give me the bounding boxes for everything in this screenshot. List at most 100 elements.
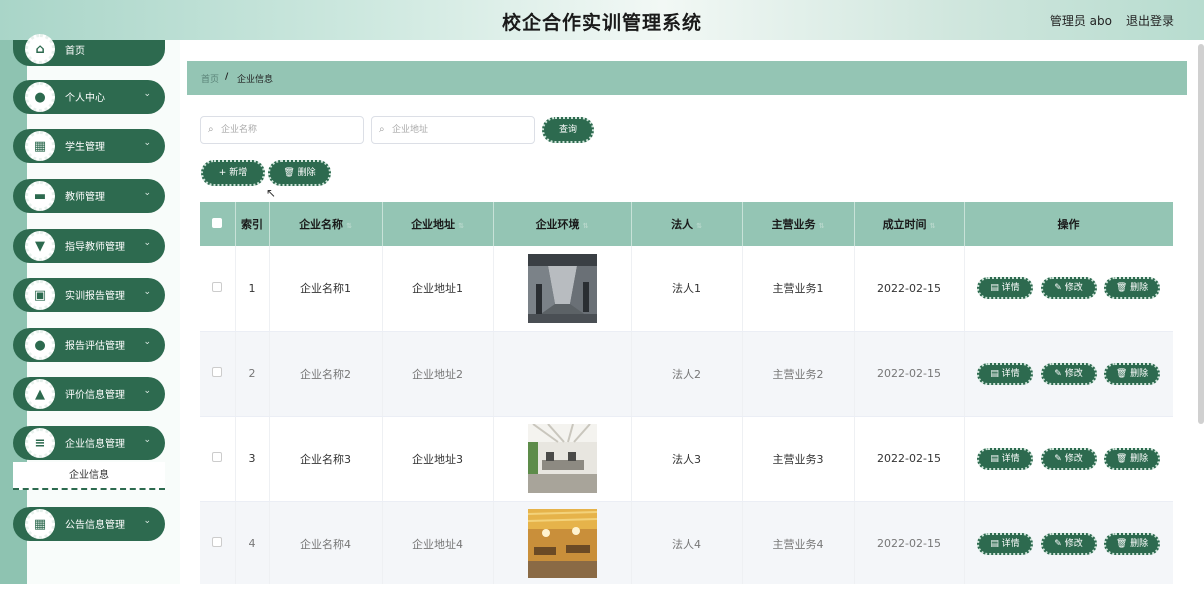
enterprise-environment-image[interactable] bbox=[527, 424, 597, 493]
detail-button[interactable]: ▤ 详情 bbox=[977, 532, 1033, 555]
table-header-row: 索引 企业名称 ⇅ 企业地址 ⇅ 企业环境 ⇅ 法人 ⇅ 主营业务 ⇅ 成立时间 ⇅ 操作 bbox=[200, 202, 1173, 246]
sidebar-item-students[interactable]: ▦ 学生管理 ⌄ bbox=[13, 129, 165, 163]
cell-date: 2022-02-15 bbox=[854, 501, 965, 584]
column-header-name[interactable]: 企业名称 ⇅ bbox=[269, 202, 383, 246]
column-header-actions: 操作 bbox=[964, 202, 1173, 246]
sidebar-item-enterprise[interactable]: ≡ 企业信息管理 ⌄ bbox=[13, 426, 165, 460]
chevron-down-icon: ⌄ bbox=[143, 138, 151, 148]
sort-icon[interactable]: ⇅ bbox=[458, 222, 464, 230]
cell-business: 主营业务2 bbox=[742, 331, 855, 417]
briefcase-icon: ▬ bbox=[25, 181, 55, 211]
sidebar-strip bbox=[0, 40, 27, 584]
column-header-label: 法人 bbox=[671, 218, 694, 231]
column-header-address[interactable]: 企业地址 ⇅ bbox=[382, 202, 494, 246]
chevron-down-icon: ⌄ bbox=[143, 337, 151, 347]
sidebar-item-report-evaluation[interactable]: ● 报告评估管理 ⌄ bbox=[13, 328, 165, 362]
delete-button[interactable]: 🗑 删除 bbox=[1104, 532, 1160, 555]
detail-button[interactable]: ▤ 详情 bbox=[977, 362, 1033, 385]
cell-address: 企业地址3 bbox=[382, 416, 494, 502]
delete-button[interactable]: 🗑 删除 bbox=[1104, 362, 1160, 385]
select-all-checkbox[interactable] bbox=[212, 217, 223, 228]
delete-button[interactable]: 🗑 删除 bbox=[1104, 447, 1160, 470]
edit-button[interactable]: ✎ 修改 bbox=[1040, 362, 1097, 385]
sliders-icon: ≡ bbox=[25, 428, 55, 458]
row-select-cell[interactable] bbox=[200, 416, 236, 502]
sidebar-item-label: 报告评估管理 bbox=[65, 341, 125, 352]
batch-delete-button[interactable]: 🗑 删除 bbox=[268, 160, 331, 186]
cell-date: 2022-02-15 bbox=[854, 416, 965, 502]
cell-actions: ▤ 详情 ✎ 修改 🗑 删除 bbox=[964, 416, 1173, 502]
enterprise-name-search-input[interactable]: ⌕ 企业名称 bbox=[200, 116, 364, 144]
table-row: 4 企业名称4 企业地址4 法人4 主营业务4 2022-02-15 ▤ 详情 … bbox=[200, 501, 1173, 584]
search-icon: ⌕ bbox=[379, 124, 385, 135]
sort-icon[interactable]: ⇅ bbox=[583, 222, 589, 230]
sidebar-item-label: 首页 bbox=[65, 46, 85, 57]
cell-index: 2 bbox=[235, 331, 270, 417]
row-checkbox[interactable] bbox=[212, 452, 223, 462]
cell-business: 主营业务4 bbox=[742, 501, 855, 584]
column-header-business[interactable]: 主营业务 ⇅ bbox=[742, 202, 855, 246]
column-header-date[interactable]: 成立时间 ⇅ bbox=[854, 202, 965, 246]
table-row: 3 企业名称3 企业地址3 法人3 主营业务3 2022-02-15 ▤ 详情 … bbox=[200, 416, 1173, 502]
sidebar-item-teachers[interactable]: ▬ 教师管理 ⌄ bbox=[13, 179, 165, 213]
cell-index: 4 bbox=[235, 501, 270, 584]
cell-environment bbox=[493, 416, 632, 502]
cell-business: 主营业务3 bbox=[742, 416, 855, 502]
row-checkbox[interactable] bbox=[212, 537, 223, 547]
cell-address: 企业地址1 bbox=[382, 246, 494, 332]
breadcrumb-home[interactable]: 首页 bbox=[201, 72, 219, 85]
detail-button[interactable]: ▤ 详情 bbox=[977, 277, 1033, 300]
select-all-cell[interactable] bbox=[200, 202, 236, 246]
edit-button[interactable]: ✎ 修改 bbox=[1040, 532, 1097, 555]
column-header-environment[interactable]: 企业环境 ⇅ bbox=[493, 202, 632, 246]
cell-date: 2022-02-15 bbox=[854, 331, 965, 417]
cell-address: 企业地址4 bbox=[382, 501, 494, 584]
cell-actions: ▤ 详情 ✎ 修改 🗑 删除 bbox=[964, 501, 1173, 584]
sort-icon[interactable]: ⇅ bbox=[819, 222, 825, 230]
cell-legal: 法人4 bbox=[631, 501, 743, 584]
app-title: 校企合作实训管理系统 bbox=[501, 12, 702, 34]
logout-link[interactable]: 退出登录 bbox=[1126, 12, 1174, 29]
cell-index: 3 bbox=[235, 416, 270, 502]
cell-name: 企业名称4 bbox=[269, 501, 383, 584]
row-select-cell[interactable] bbox=[200, 501, 236, 584]
sidebar-item-training-reports[interactable]: ▣ 实训报告管理 ⌄ bbox=[13, 278, 165, 312]
edit-button[interactable]: ✎ 修改 bbox=[1040, 277, 1097, 300]
query-button[interactable]: 查询 bbox=[542, 117, 594, 143]
cell-name: 企业名称1 bbox=[269, 246, 383, 332]
edit-button[interactable]: ✎ 修改 bbox=[1040, 447, 1097, 470]
sort-icon[interactable]: ⇅ bbox=[346, 222, 352, 230]
user-info: 管理员 abo bbox=[1049, 14, 1112, 28]
sidebar-item-home[interactable]: ⌂ 首页 bbox=[13, 34, 165, 66]
row-select-cell[interactable] bbox=[200, 331, 236, 417]
sidebar-item-label: 公告信息管理 bbox=[65, 520, 125, 531]
delete-button[interactable]: 🗑 删除 bbox=[1104, 277, 1160, 300]
enterprise-address-search-input[interactable]: ⌕ 企业地址 bbox=[371, 116, 535, 144]
cell-legal: 法人1 bbox=[631, 246, 743, 332]
enterprise-environment-image[interactable] bbox=[527, 253, 597, 323]
sidebar-item-reviews[interactable]: ▲ 评价信息管理 ⌄ bbox=[13, 377, 165, 411]
sort-icon[interactable]: ⇅ bbox=[696, 222, 702, 230]
sidebar-item-profile[interactable]: ● 个人中心 ⌄ bbox=[13, 80, 165, 114]
enterprise-environment-image[interactable] bbox=[527, 509, 597, 578]
row-checkbox[interactable] bbox=[212, 281, 223, 292]
detail-button[interactable]: ▤ 详情 bbox=[977, 447, 1033, 470]
add-button[interactable]: + 新增 bbox=[201, 160, 265, 186]
mouse-cursor-icon: ↖ bbox=[266, 186, 277, 200]
sidebar-item-announcements[interactable]: ▦ 公告信息管理 ⌄ bbox=[13, 507, 165, 541]
column-header-legal[interactable]: 法人 ⇅ bbox=[631, 202, 743, 246]
column-header-label: 企业地址 bbox=[411, 218, 456, 231]
vertical-scrollbar[interactable] bbox=[1198, 44, 1204, 424]
sort-icon[interactable]: ⇅ bbox=[930, 222, 936, 230]
submenu-item-enterprise-info[interactable]: 企业信息 bbox=[13, 462, 165, 490]
cell-legal: 法人2 bbox=[631, 331, 743, 417]
sidebar-item-mentors[interactable]: ▼ 指导教师管理 ⌄ bbox=[13, 229, 165, 263]
cell-environment bbox=[493, 331, 632, 417]
row-select-cell[interactable] bbox=[200, 246, 236, 332]
breadcrumb-current: 企业信息 bbox=[237, 75, 274, 85]
home-icon: ⌂ bbox=[25, 34, 55, 64]
row-checkbox[interactable] bbox=[212, 367, 223, 377]
search-placeholder: 企业名称 bbox=[221, 125, 258, 135]
chevron-down-icon: ⌄ bbox=[143, 188, 151, 198]
cell-date: 2022-02-15 bbox=[854, 246, 965, 332]
